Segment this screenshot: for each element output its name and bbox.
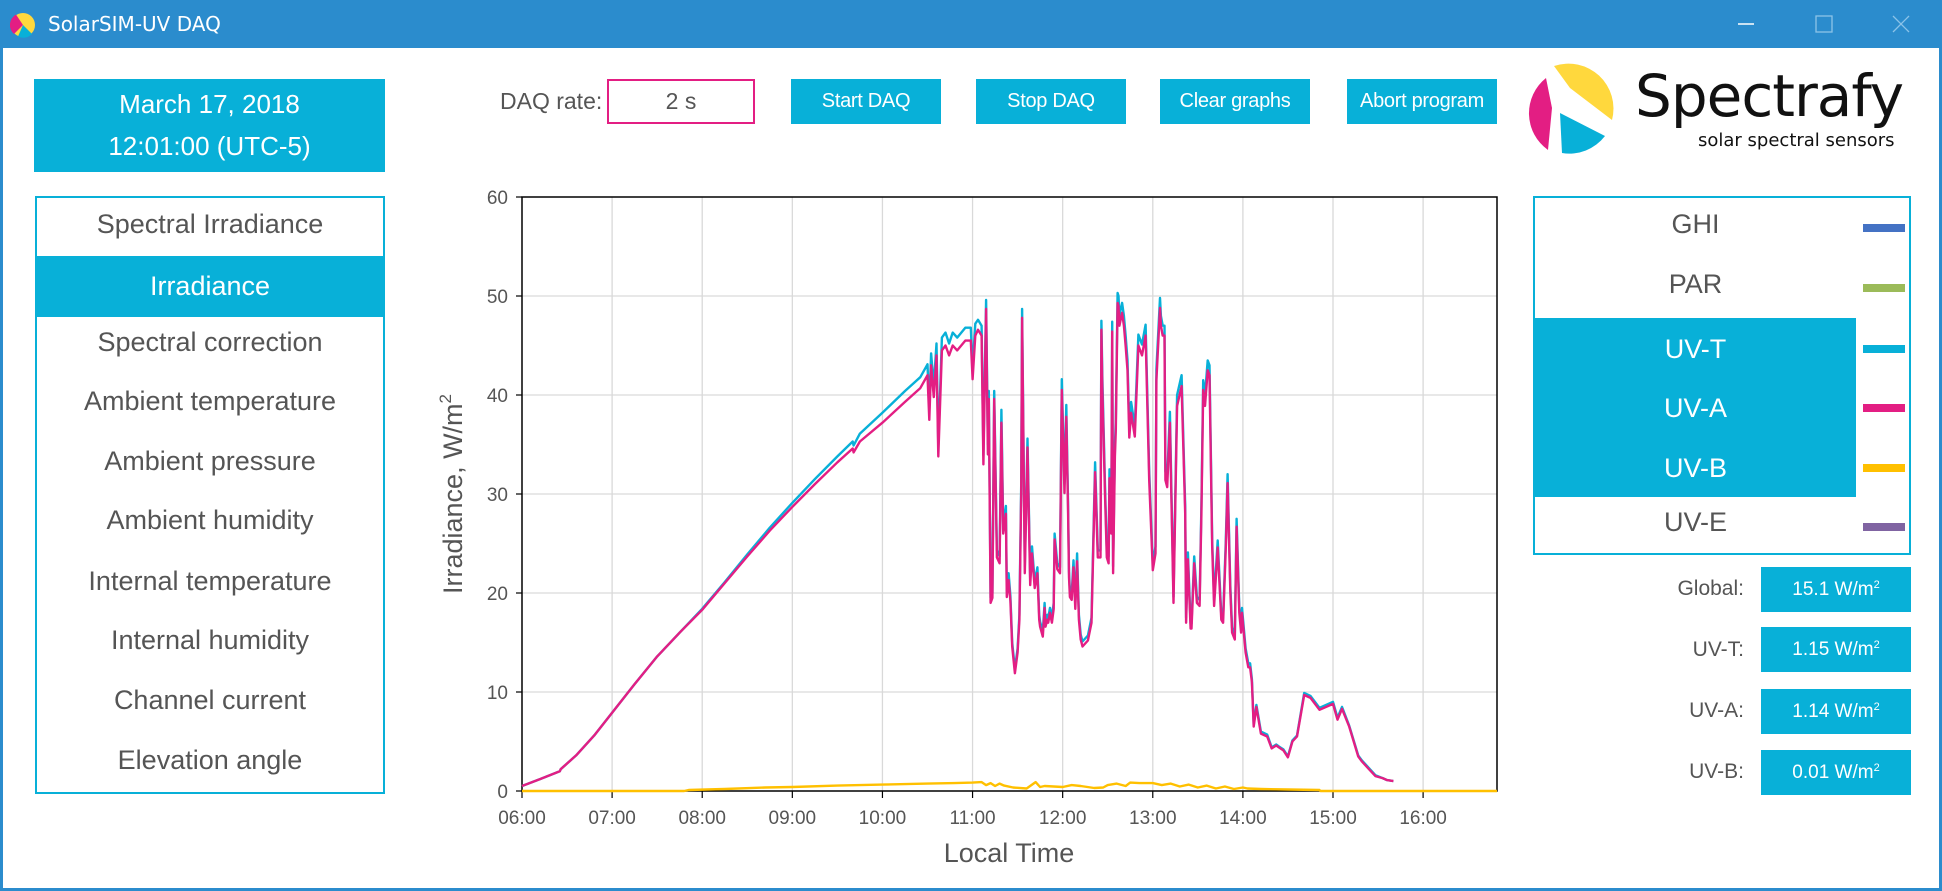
readout-label-uv-b: UV-B: (1689, 760, 1744, 783)
x-tick-label: 06:00 (498, 808, 546, 829)
legend-swatch-uv-t (1863, 345, 1905, 353)
menu-item-spectral-irradiance[interactable]: Spectral Irradiance (37, 204, 383, 244)
spectrafy-logo-icon (1528, 63, 1614, 154)
readout-value-uv-b-text: 0.01 W/m (1792, 762, 1874, 783)
spectrafy-logo: Spectrafy solar spectral sensors (1520, 58, 1930, 158)
y-axis-label-text: Irradiance, W/m (438, 403, 468, 594)
x-tick-label: 07:00 (588, 808, 636, 829)
stop-daq-button[interactable]: Stop DAQ (976, 79, 1126, 124)
x-tick-label: 12:00 (1039, 808, 1087, 829)
y-axis-label-sup: 2 (436, 394, 455, 403)
readout-unit-sup: 2 (1873, 639, 1880, 651)
legend-item-uv-e[interactable]: UV-E (1535, 497, 1856, 547)
legend-swatch-ghi (1863, 224, 1905, 232)
legend-swatch-uv-e (1863, 523, 1905, 531)
close-icon (1892, 15, 1910, 33)
readout-value-uv-b: 0.01 W/m2 (1761, 750, 1911, 795)
legend-item-uv-b[interactable]: UV-B (1535, 443, 1856, 493)
close-button[interactable] (1862, 0, 1940, 48)
readout-value-uv-t-text: 1.15 W/m (1792, 639, 1874, 660)
series-line-uv-b (522, 780, 1497, 793)
daq-rate-input[interactable] (607, 79, 755, 124)
menu-item-irradiance[interactable]: Irradiance (37, 256, 383, 317)
x-tick-label: 08:00 (678, 808, 726, 829)
readout-value-uv-a-text: 1.14 W/m (1792, 701, 1874, 722)
y-tick-label: 10 (487, 683, 508, 704)
legend-item-par[interactable]: PAR (1535, 259, 1856, 309)
start-daq-button[interactable]: Start DAQ (791, 79, 941, 124)
y-tick-label: 0 (497, 782, 508, 803)
readout-label-uv-t: UV-T: (1692, 638, 1744, 661)
series-line-uv-t (521, 291, 1394, 788)
menu-item-ambient-temperature[interactable]: Ambient temperature (37, 381, 383, 421)
readout-label-global: Global: (1677, 577, 1744, 600)
y-tick-label: 30 (487, 485, 508, 506)
legend-swatch-uv-a (1863, 404, 1905, 412)
readout-value-global: 15.1 W/m2 (1761, 567, 1911, 612)
time-text: 12:01:00 (UTC-5) (108, 131, 311, 161)
minimize-icon (1738, 23, 1754, 25)
menu-item-ambient-humidity[interactable]: Ambient humidity (37, 500, 383, 540)
series-legend: GHI PAR UV-T UV-A UV-B UV-E (1533, 196, 1911, 555)
app-logo-icon (10, 13, 35, 38)
readout-label-uv-a: UV-A: (1689, 699, 1744, 722)
x-tick-label: 10:00 (859, 808, 907, 829)
y-tick-label: 50 (487, 287, 508, 308)
x-tick-label: 09:00 (769, 808, 817, 829)
brand-name: Spectrafy (1635, 62, 1904, 130)
y-tick-label: 20 (487, 584, 508, 605)
legend-swatch-uv-b (1863, 464, 1905, 472)
minimize-button[interactable] (1707, 0, 1785, 48)
readout-value-uv-t: 1.15 W/m2 (1761, 627, 1911, 672)
x-tick-label: 14:00 (1219, 808, 1267, 829)
menu-item-internal-humidity[interactable]: Internal humidity (37, 620, 383, 660)
menu-item-ambient-pressure[interactable]: Ambient pressure (37, 441, 383, 481)
y-tick-label: 40 (487, 386, 508, 407)
x-axis-label: Local Time (944, 838, 1075, 868)
readout-unit-sup: 2 (1873, 701, 1880, 713)
date-text: March 17, 2018 (119, 89, 300, 119)
y-axis-label: Irradiance, W/m2 (436, 394, 468, 594)
legend-item-uv-t[interactable]: UV-T (1535, 324, 1856, 374)
chart-series (521, 291, 1497, 793)
x-tick-label: 15:00 (1309, 808, 1357, 829)
menu-item-elevation-angle[interactable]: Elevation angle (37, 740, 383, 780)
brand-tagline: solar spectral sensors (1698, 130, 1895, 151)
readout-value-uv-a: 1.14 W/m2 (1761, 689, 1911, 734)
readout-unit-sup: 2 (1873, 762, 1880, 774)
abort-program-button[interactable]: Abort program (1347, 79, 1497, 124)
x-tick-label: 11:00 (949, 808, 995, 829)
daq-rate-label: DAQ rate: (500, 88, 603, 114)
irradiance-chart: Irradiance, W/m2 Local Time 0 10 20 30 40 50 6… (436, 188, 1498, 868)
legend-item-ghi[interactable]: GHI (1535, 199, 1856, 249)
y-tick-label: 60 (487, 188, 508, 209)
menu-item-spectral-correction[interactable]: Spectral correction (37, 322, 383, 362)
menu-item-channel-current[interactable]: Channel current (37, 680, 383, 720)
readout-unit-sup: 2 (1873, 579, 1880, 591)
legend-item-uv-a[interactable]: UV-A (1535, 383, 1856, 433)
title-bar[interactable]: SolarSIM-UV DAQ (0, 0, 1942, 48)
clear-graphs-button[interactable]: Clear graphs (1160, 79, 1310, 124)
series-line-uv-a (521, 301, 1394, 788)
readout-value-global-text: 15.1 W/m (1792, 579, 1874, 600)
measurement-menu: Spectral Irradiance Irradiance Spectral … (35, 196, 385, 794)
chart-grid (522, 197, 1497, 791)
legend-swatch-par (1863, 284, 1905, 292)
window-title: SolarSIM-UV DAQ (48, 12, 221, 36)
date-time-display: March 17, 2018 12:01:00 (UTC-5) (34, 79, 385, 172)
menu-item-internal-temperature[interactable]: Internal temperature (37, 561, 383, 601)
chart-axes: 0 10 20 30 40 50 60 06:00 07:00 08:00 09:00 10:00 11… (487, 188, 1498, 829)
maximize-icon (1815, 15, 1833, 33)
x-tick-label: 13:00 (1129, 808, 1177, 829)
maximize-button[interactable] (1785, 0, 1863, 48)
x-tick-label: 16:00 (1399, 808, 1447, 829)
